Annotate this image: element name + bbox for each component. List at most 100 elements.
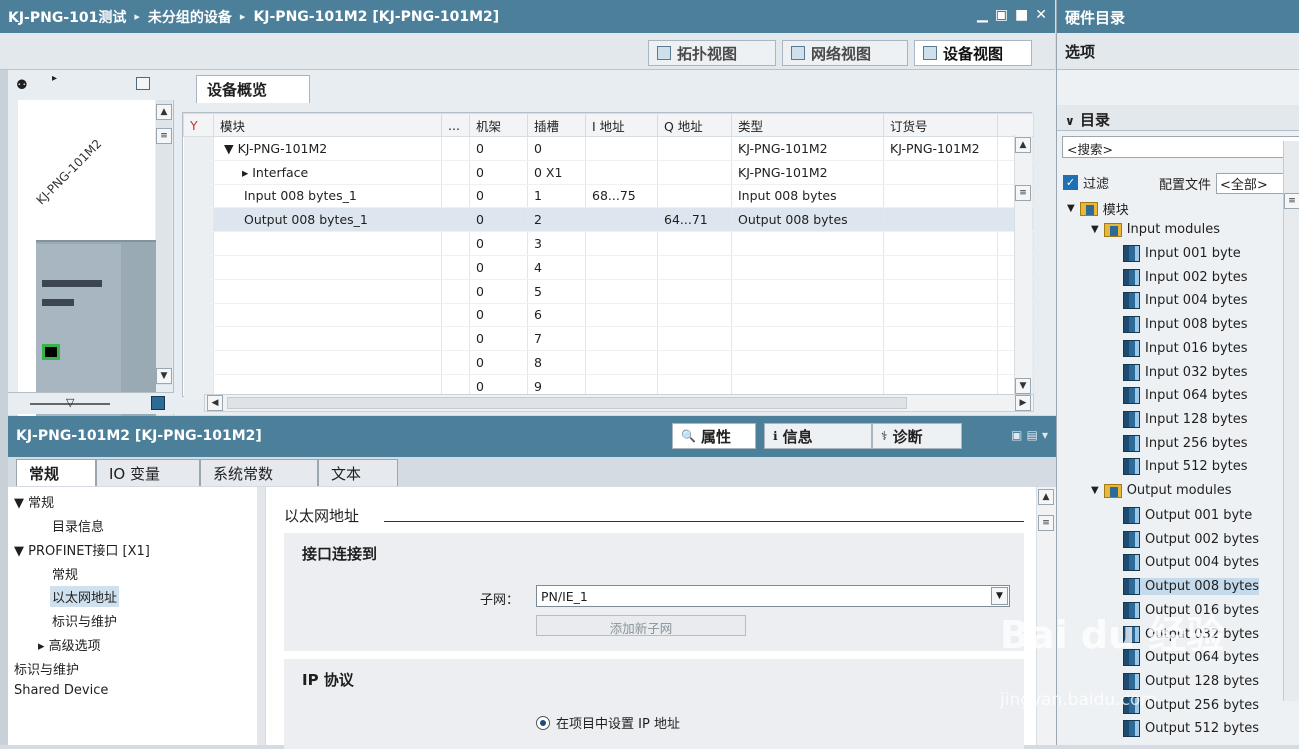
cell-i-address[interactable] [585,303,658,328]
scroll-right-icon[interactable]: ▶ [1015,395,1031,411]
output-module-catalog-item[interactable]: Output 512 bytes [1123,720,1259,738]
cell-order-number[interactable] [883,231,998,256]
scroll-up-icon[interactable]: ▲ [1038,489,1054,505]
cell-q-address[interactable] [657,303,732,328]
input-module-catalog-item[interactable]: Input 002 bytes [1123,268,1248,286]
tab-diagnostics[interactable]: ⚕ 诊断 [872,423,962,449]
cell-module[interactable]: ▸ Interface [213,160,442,185]
split-icon[interactable]: ≡ [1015,185,1031,201]
breadcrumb-device[interactable]: KJ-PNG-101M2 [KJ-PNG-101M2] [253,9,499,25]
breadcrumb-project[interactable]: KJ-PNG-101测试 [8,7,126,27]
cell-type[interactable]: KJ-PNG-101M2 [731,136,884,161]
cell-type[interactable] [731,255,884,280]
column-header-q-address[interactable]: Q 地址 [657,113,732,137]
cell-q-address[interactable] [657,160,732,185]
dropdown-arrow-icon[interactable]: ▼ [991,587,1008,605]
cell-module[interactable] [213,326,442,352]
split-icon[interactable]: ≡ [1038,515,1054,531]
cell-type[interactable] [731,350,884,375]
overview-toggle-icon[interactable] [136,77,150,90]
cell-q-address[interactable] [657,184,732,209]
overview-horizontal-scrollbar[interactable]: ◀ ▶ [204,394,1034,412]
output-module-catalog-item[interactable]: Output 004 bytes [1123,554,1259,572]
table-row[interactable]: ▸ Interface 0 0 X1 KJ-PNG-101M2 [183,160,1034,185]
subtab-texts[interactable]: 文本 [318,459,398,486]
input-module-catalog-item[interactable]: Input 032 bytes [1123,363,1248,381]
scroll-left-icon[interactable]: ◀ [207,395,223,411]
cell-q-address[interactable] [657,279,732,304]
ip-set-in-project-option[interactable]: 在项目中设置 IP 地址 [536,713,680,732]
catalog-folder-output-modules[interactable]: ▼ Output modules [1091,483,1231,498]
cell-module[interactable] [213,231,442,256]
output-module-catalog-item[interactable]: Output 002 bytes [1123,530,1259,548]
subtab-io-tags[interactable]: IO 变量 [96,459,200,486]
cell-type[interactable] [731,326,884,352]
cell-order-number[interactable] [883,350,998,375]
cell-module[interactable]: ▼ KJ-PNG-101M2 [213,136,442,161]
cell-i-address[interactable] [585,350,658,375]
nav-item-general[interactable]: ▼ 常规 [14,492,54,511]
cell-slot[interactable]: 0 [527,136,586,161]
cell-type[interactable]: KJ-PNG-101M2 [731,160,884,185]
cell-rack[interactable]: 0 [469,136,528,161]
cell-order-number[interactable] [883,255,998,280]
cell-q-address[interactable] [657,231,732,256]
float-icon[interactable]: ▣ [995,7,1008,23]
tab-info[interactable]: ℹ 信息 [764,423,872,449]
cell-slot[interactable]: 1 [527,184,586,209]
cell-module[interactable] [213,279,442,304]
input-module-catalog-item[interactable]: Input 256 bytes [1123,434,1248,452]
scroll-up-icon[interactable]: ▲ [156,104,172,120]
cell-slot[interactable]: 6 [527,303,586,328]
scroll-up-icon[interactable]: ▲ [1015,137,1031,153]
overview-vertical-scrollbar[interactable]: ▲ ≡ ▼ [1014,135,1032,398]
output-module-catalog-item[interactable]: Output 008 bytes [1123,578,1260,596]
device-graphic-scrollbar[interactable]: ▲ ≡ ▼ [156,100,172,385]
table-row[interactable]: 07 [183,326,1034,352]
topology-view-button[interactable]: 拓扑视图 [648,40,776,66]
tab-properties[interactable]: 🔍 属性 [672,423,756,449]
cell-module[interactable] [213,255,442,280]
table-row[interactable]: 04 [183,255,1034,280]
cell-type[interactable] [731,231,884,256]
catalog-filter-checkbox[interactable]: ✓ 过滤 [1063,173,1109,192]
cell-module[interactable] [213,350,442,375]
network-tool-icon[interactable]: ⚉ [16,78,28,93]
cell-rack[interactable]: 0 [469,350,528,375]
subtab-system-constants[interactable]: 系统常数 [200,459,318,486]
catalog-search-input[interactable]: <搜索> [1062,136,1299,158]
port-icon[interactable] [42,344,60,360]
add-subnet-button[interactable]: 添加新子网 [536,615,746,636]
cell-order-number[interactable]: KJ-PNG-101M2 [883,136,998,161]
subtab-general[interactable]: 常规 [16,459,96,486]
cell-module[interactable]: Input 008 bytes_1 [213,184,442,209]
cell-rack[interactable]: 0 [469,279,528,304]
input-module-catalog-item[interactable]: Input 512 bytes [1123,458,1248,476]
catalog-scrollbar[interactable]: ≡ [1283,141,1299,701]
output-module-catalog-item[interactable]: Output 001 byte [1123,507,1252,524]
cell-order-number[interactable] [883,279,998,304]
table-row[interactable]: 03 [183,231,1034,256]
cell-slot[interactable]: 5 [527,279,586,304]
cell-rack[interactable]: 0 [469,231,528,256]
device-view-button[interactable]: 设备视图 [914,40,1032,66]
cell-rack[interactable]: 0 [469,160,528,185]
scroll-down-icon[interactable]: ▼ [1015,378,1031,394]
cell-q-address[interactable] [657,136,732,161]
cell-i-address[interactable] [585,255,658,280]
close-icon[interactable]: ✕ [1035,7,1047,23]
cell-order-number[interactable] [883,184,998,209]
input-module-catalog-item[interactable]: Input 016 bytes [1123,339,1248,357]
cell-q-address[interactable] [657,255,732,280]
cell-module[interactable] [213,303,442,328]
nav-item-shared-device[interactable]: Shared Device [14,683,108,698]
input-module-catalog-item[interactable]: Input 128 bytes [1123,410,1248,428]
cell-order-number[interactable] [883,303,998,328]
cell-q-address[interactable]: 64...71 [657,207,732,233]
tab-device-overview[interactable]: 设备概览 [196,75,310,103]
nav-item-catalog-info[interactable]: 目录信息 [52,516,104,535]
radio-selected-icon[interactable] [536,715,550,730]
catalog-folder-modules[interactable]: ▼ 模块 [1067,199,1129,218]
cell-type[interactable]: Output 008 bytes [731,207,884,233]
cell-rack[interactable]: 0 [469,303,528,328]
